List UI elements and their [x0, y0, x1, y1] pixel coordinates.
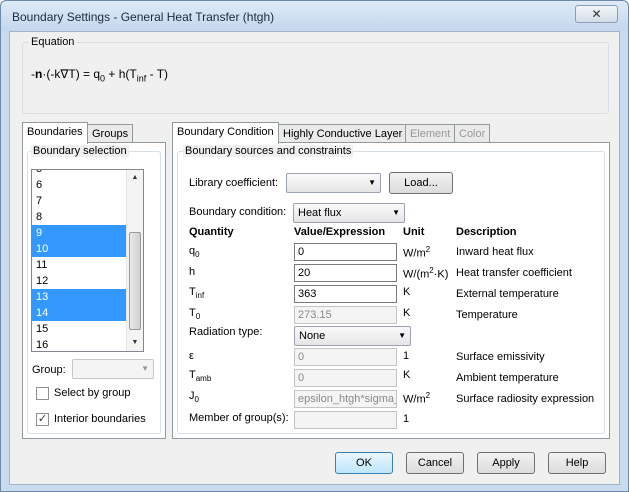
j0-description: Surface radiosity expression	[456, 393, 595, 405]
h-quantity: h	[189, 266, 196, 278]
member-of-groups-unit: 1	[403, 413, 410, 425]
tamb-description: Ambient temperature	[456, 372, 559, 384]
boundary-selection-label: Boundary selection	[31, 145, 129, 157]
equation-label: Equation	[29, 36, 77, 48]
list-item[interactable]: 5	[32, 170, 128, 177]
tamb-quantity: Tamb	[189, 369, 212, 384]
t0-description: Temperature	[456, 309, 518, 321]
radiation-type-label: Radiation type:	[189, 326, 263, 338]
t0-quantity: T0	[189, 307, 201, 322]
equation-group: Equation -n·(-k∇T) = q0 + h(Tinf - T)	[22, 36, 609, 114]
tab-element: Element	[405, 124, 456, 144]
help-button[interactable]: Help	[548, 452, 606, 474]
close-button[interactable]: ✕	[575, 5, 618, 23]
ok-button[interactable]: OK	[335, 452, 393, 474]
q0-unit: W/m2	[403, 245, 431, 260]
list-item[interactable]: 11	[32, 257, 128, 273]
tinf-unit: K	[403, 286, 411, 298]
header-description: Description	[456, 226, 517, 238]
list-item[interactable]: 12	[32, 273, 128, 289]
group-dropdown[interactable]: ▼	[72, 359, 154, 379]
member-of-groups-label: Member of group(s):	[189, 412, 289, 424]
scroll-thumb[interactable]	[129, 232, 141, 330]
chevron-down-icon: ▼	[392, 208, 400, 217]
boundary-condition-dropdown[interactable]: Heat flux ▼	[293, 203, 405, 223]
library-coefficient-label: Library coefficient:	[189, 177, 279, 189]
j0-input: epsilon_htgh*sigma_	[294, 390, 397, 408]
chevron-down-icon: ▼	[398, 331, 406, 340]
list-item[interactable]: 16	[32, 337, 128, 351]
interior-boundaries-label: Interior boundaries	[54, 413, 146, 425]
boundary-condition-label: Boundary condition:	[189, 206, 287, 218]
member-of-groups-input	[294, 411, 397, 429]
list-item[interactable]: 8	[32, 209, 128, 225]
dialog-client: Equation -n·(-k∇T) = q0 + h(Tinf - T) Bo…	[9, 31, 620, 485]
list-item-selected[interactable]: 10	[32, 241, 128, 257]
j0-quantity: J0	[189, 390, 199, 405]
interior-boundaries-checkbox[interactable]: ✓	[36, 413, 49, 426]
scroll-down-icon[interactable]: ▼	[127, 335, 143, 351]
dialog-window: Boundary Settings - General Heat Transfe…	[0, 0, 629, 492]
tab-boundary-condition[interactable]: Boundary Condition	[172, 122, 279, 144]
group-label: Group:	[32, 364, 66, 376]
header-quantity: Quantity	[189, 226, 234, 238]
h-description: Heat transfer coefficient	[456, 267, 572, 279]
q0-input[interactable]: 0	[294, 243, 397, 261]
chevron-down-icon: ▼	[141, 364, 149, 373]
select-by-group-label: Select by group	[54, 387, 131, 399]
chevron-down-icon: ▼	[368, 178, 376, 187]
tab-boundaries[interactable]: Boundaries	[22, 122, 88, 144]
list-scrollbar[interactable]: ▲ ▼	[126, 170, 143, 351]
list-item-selected[interactable]: 13	[32, 289, 128, 305]
select-by-group-checkbox[interactable]	[36, 387, 49, 400]
eps-unit: 1	[403, 350, 410, 362]
q0-description: Inward heat flux	[456, 246, 534, 258]
t0-unit: K	[403, 307, 411, 319]
load-button[interactable]: Load...	[389, 172, 453, 194]
header-unit: Unit	[403, 226, 425, 238]
radiation-type-dropdown[interactable]: None ▼	[294, 326, 411, 346]
h-unit: W/(m2·K)	[403, 266, 449, 281]
list-item[interactable]: 6	[32, 177, 128, 193]
q0-quantity: q0	[189, 245, 200, 260]
close-icon: ✕	[591, 7, 602, 21]
boundaries-panel: Boundary selection 5 6 7 8 9 10 11 12 13…	[22, 142, 166, 439]
tinf-input[interactable]: 363	[294, 285, 397, 303]
tinf-description: External temperature	[456, 288, 559, 300]
boundary-list[interactable]: 5 6 7 8 9 10 11 12 13 14 15 16 ▲ ▼	[31, 169, 144, 352]
list-item[interactable]: 7	[32, 193, 128, 209]
tamb-input: 0	[294, 369, 397, 387]
tinf-quantity: Tinf	[189, 286, 205, 301]
eps-quantity: ε	[189, 350, 194, 362]
eps-description: Surface emissivity	[456, 351, 545, 363]
tab-groups[interactable]: Groups	[87, 124, 134, 144]
j0-unit: W/m2	[403, 391, 431, 406]
window-title: Boundary Settings - General Heat Transfe…	[12, 10, 275, 24]
h-input[interactable]: 20	[294, 264, 397, 282]
list-item-selected[interactable]: 9	[32, 225, 128, 241]
sources-label: Boundary sources and constraints	[183, 145, 354, 157]
cancel-button[interactable]: Cancel	[406, 452, 464, 474]
boundary-condition-panel: Boundary sources and constraints Library…	[172, 142, 610, 439]
eps-input: 0	[294, 348, 397, 366]
library-coefficient-dropdown[interactable]: ▼	[286, 173, 381, 193]
equation-text: -n·(-k∇T) = q0 + h(Tinf - T)	[31, 67, 169, 84]
title-bar[interactable]: Boundary Settings - General Heat Transfe…	[1, 1, 628, 31]
apply-button[interactable]: Apply	[477, 452, 535, 474]
list-item-selected[interactable]: 14	[32, 305, 128, 321]
tab-highly-conductive-layer[interactable]: Highly Conductive Layer	[278, 124, 408, 144]
tab-color: Color	[454, 124, 491, 144]
header-value: Value/Expression	[294, 226, 386, 238]
scroll-up-icon[interactable]: ▲	[127, 170, 143, 186]
tamb-unit: K	[403, 369, 411, 381]
t0-input: 273.15	[294, 306, 397, 324]
list-item[interactable]: 15	[32, 321, 128, 337]
